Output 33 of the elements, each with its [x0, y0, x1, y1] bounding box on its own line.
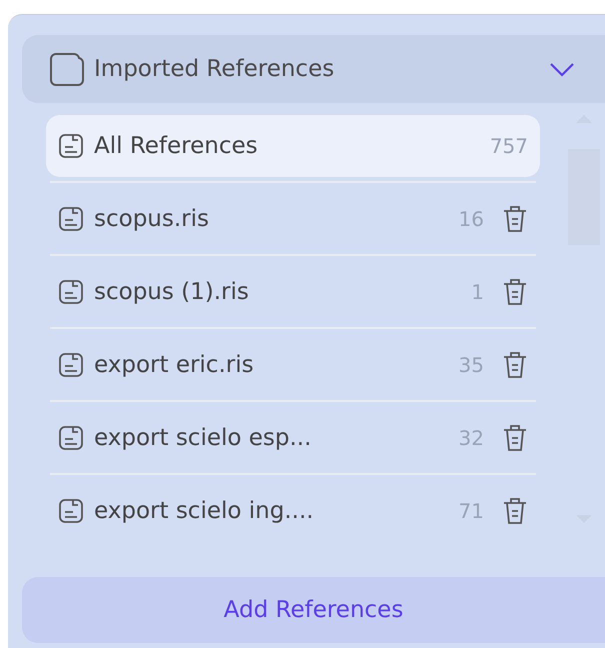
section-title: Imported References: [94, 56, 336, 82]
document-icon: [58, 424, 84, 451]
reference-count: 32: [458, 426, 484, 450]
trash-icon: [502, 204, 528, 234]
document-icon: [58, 278, 84, 305]
document-icon: [58, 352, 84, 378]
chevron-icon[interactable]: [549, 60, 575, 77]
trash-icon: [502, 496, 528, 526]
reference-count: 1: [471, 280, 484, 304]
delete-button[interactable]: [502, 276, 528, 307]
delete-button[interactable]: [502, 204, 528, 234]
add-references-button[interactable]: Add References: [22, 576, 605, 643]
file-name: All References: [94, 132, 259, 159]
file-name: export eric.ris: [94, 352, 255, 378]
trash-icon: [502, 350, 528, 380]
delete-button[interactable]: [502, 350, 528, 380]
document-icon: [58, 132, 84, 159]
reference-item[interactable]: export scielo ing.... 71: [46, 480, 540, 542]
reference-count: 35: [458, 352, 484, 377]
reference-count: 16: [458, 206, 484, 231]
file-name: export scielo ing....: [94, 498, 315, 524]
delete-button[interactable]: [502, 422, 528, 453]
trash-icon: [502, 276, 528, 307]
reference-count: 757: [490, 134, 528, 158]
section-header[interactable]: Imported References: [22, 35, 605, 103]
trash-icon: [502, 422, 528, 453]
document-icon: [58, 206, 84, 232]
delete-button[interactable]: [502, 496, 528, 526]
file-name: scopus (1).ris: [94, 278, 250, 305]
document-icon: [58, 498, 84, 524]
file-name: export scielo esp...: [94, 424, 312, 451]
file-name: scopus.ris: [94, 206, 210, 232]
reference-count: 71: [458, 498, 484, 523]
